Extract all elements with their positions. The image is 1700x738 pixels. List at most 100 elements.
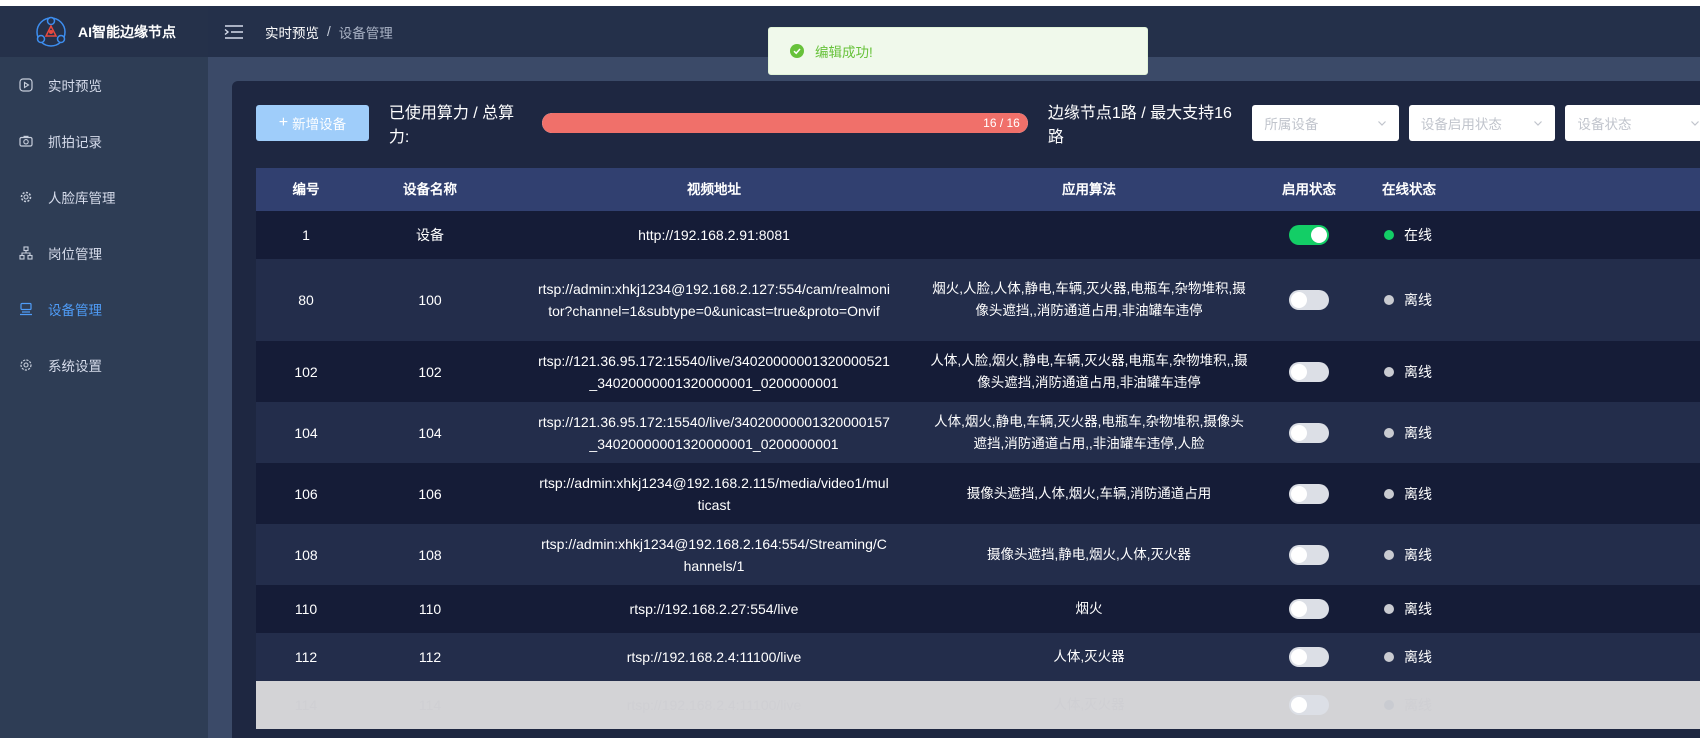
cell-name: 102: [418, 363, 442, 380]
cell-status: 在线: [1404, 227, 1432, 243]
cell-name: 114: [418, 697, 442, 713]
cell-id: 108: [294, 546, 318, 563]
cell-status: 离线: [1404, 697, 1432, 713]
cell-url: rtsp://192.168.2.4:11100/live: [626, 697, 802, 713]
camera-icon: [18, 133, 34, 149]
enable-switch[interactable]: [1289, 422, 1329, 443]
column-header-algorithms: 应用算法: [1062, 181, 1116, 197]
enable-switch[interactable]: [1289, 695, 1329, 715]
table-row: 112 112 rtsp://192.168.2.4:11100/live 人体…: [256, 633, 1700, 681]
chevron-down-icon: [1377, 121, 1386, 126]
cell-url: rtsp://121.36.95.172:15540/live/34020000…: [538, 352, 890, 391]
breadcrumb: 实时预览 / 设备管理: [265, 22, 393, 42]
cell-status: 离线: [1404, 601, 1432, 617]
cell-status: 离线: [1404, 424, 1432, 441]
enable-switch[interactable]: [1289, 483, 1329, 504]
table-row: 108 108 rtsp://admin:xhkj1234@192.168.2.…: [256, 524, 1700, 585]
sidebar-item-label: 岗位管理: [48, 247, 102, 262]
enable-switch[interactable]: [1289, 225, 1329, 245]
settings-icon: [18, 357, 34, 373]
status-dot: [1384, 652, 1394, 662]
cell-algorithms: 烟火: [1075, 601, 1103, 616]
cell-name: 104: [418, 424, 442, 441]
sidebar-item-label: 人脸库管理: [48, 191, 116, 206]
toolbar: + 新增设备 已使用算力 / 总算力: 16 / 16 边缘节点1路 / 最大支…: [256, 105, 1700, 146]
cell-id: 106: [294, 485, 318, 502]
cell-url: rtsp://admin:xhkj1234@192.168.2.164:554/…: [541, 535, 887, 574]
enable-switch[interactable]: [1289, 544, 1329, 565]
menu-toggle-icon[interactable]: [224, 24, 244, 40]
status-dot: [1384, 700, 1394, 710]
device-icon: [18, 301, 34, 317]
device-table: 编号 设备名称 视频地址 应用算法 启用状态 在线状态 1 设备 http://…: [256, 168, 1700, 729]
chevron-down-icon: [1534, 121, 1543, 126]
device-panel: + 新增设备 已使用算力 / 总算力: 16 / 16 边缘节点1路 / 最大支…: [232, 81, 1700, 738]
status-dot: [1384, 366, 1394, 377]
chevron-down-icon: [1691, 121, 1699, 126]
cell-name: 112: [418, 649, 442, 665]
column-header-url: 视频地址: [687, 181, 741, 197]
owner-device-select[interactable]: 所属设备: [1252, 105, 1399, 141]
cell-url: http://192.168.2.91:8081: [638, 227, 790, 243]
status-dot: [1384, 427, 1394, 438]
sidebar-item-label: 抓拍记录: [48, 135, 102, 150]
cell-url: rtsp://121.36.95.172:15540/live/34020000…: [538, 413, 890, 452]
table-row: 106 106 rtsp://admin:xhkj1234@192.168.2.…: [256, 463, 1700, 524]
sidebar-item-devices[interactable]: 设备管理: [0, 281, 208, 337]
cell-status: 离线: [1404, 363, 1432, 380]
table-row: 80 100 rtsp://admin:xhkj1234@192.168.2.1…: [256, 259, 1700, 341]
app-title: AI智能边缘节点: [78, 23, 176, 40]
cell-id: 1: [302, 227, 310, 243]
status-dot: [1384, 549, 1394, 560]
success-toast: 编辑成功!: [768, 27, 1148, 75]
table-row: 104 104 rtsp://121.36.95.172:15540/live/…: [256, 402, 1700, 463]
enable-switch[interactable]: [1289, 361, 1329, 382]
cell-name: 110: [418, 601, 442, 617]
sidebar-item-snapshots[interactable]: 抓拍记录: [0, 113, 208, 169]
table-row: 102 102 rtsp://121.36.95.172:15540/live/…: [256, 341, 1700, 402]
select-placeholder: 设备状态: [1577, 117, 1632, 132]
cell-name: 100: [418, 292, 442, 308]
cell-name: 106: [418, 485, 442, 502]
enable-switch[interactable]: [1289, 647, 1329, 667]
enable-status-select[interactable]: 设备启用状态: [1408, 105, 1556, 141]
cell-url: rtsp://192.168.2.27:554/live: [629, 601, 799, 617]
progress-text: 16 / 16: [983, 116, 1020, 130]
cell-algorithms: 人体,烟火,静电,车辆,灭火器,电瓶车,杂物堆积,摄像头遮挡,消防通道占用,,非…: [934, 413, 1244, 451]
check-circle-icon: [790, 44, 804, 58]
breadcrumb-parent[interactable]: 实时预览: [265, 22, 319, 42]
compute-progress-bar: 16 / 16: [541, 113, 1028, 133]
cell-name: 设备: [416, 227, 444, 243]
sidebar-item-preview[interactable]: 实时预览: [0, 57, 208, 113]
cell-algorithms: 人体,人脸,烟火,静电,车辆,灭火器,电瓶车,杂物堆积,,摄像头遮挡,消防通道占…: [930, 352, 1248, 390]
column-header-id: 编号: [292, 181, 320, 197]
enable-switch[interactable]: [1289, 599, 1329, 619]
cell-algorithms: 摄像头遮挡,静电,烟火,人体,灭火器: [986, 546, 1191, 562]
sidebar-item-label: 设备管理: [48, 303, 102, 318]
cell-url: rtsp://admin:xhkj1234@192.168.2.115/medi…: [539, 474, 889, 513]
add-device-label: 新增设备: [292, 117, 347, 132]
sidebar-item-posts[interactable]: 岗位管理: [0, 225, 208, 281]
enable-switch[interactable]: [1289, 290, 1329, 310]
column-header-enabled: 启用状态: [1282, 181, 1336, 197]
column-header-name: 设备名称: [403, 181, 457, 197]
status-dot: [1384, 604, 1394, 614]
logo: AI智能边缘节点: [0, 6, 208, 57]
select-placeholder: 设备启用状态: [1420, 117, 1502, 132]
sidebar-item-settings[interactable]: 系统设置: [0, 337, 208, 393]
status-dot: [1384, 295, 1394, 305]
sidebar-item-face-library[interactable]: 人脸库管理: [0, 169, 208, 225]
toast-message: 编辑成功!: [815, 45, 873, 60]
add-device-button[interactable]: + 新增设备: [256, 105, 369, 141]
device-status-select[interactable]: 设备状态: [1565, 105, 1700, 141]
cell-algorithms: 摄像头遮挡,人体,烟火,车辆,消防通道占用: [966, 485, 1212, 501]
cell-id: 110: [294, 601, 318, 617]
cell-status: 离线: [1404, 649, 1432, 665]
table-row: 114 114 rtsp://192.168.2.4:11100/live 人体…: [256, 681, 1700, 729]
cell-algorithms: 烟火,人脸,人体,静电,车辆,灭火器,电瓶车,杂物堆积,摄像头遮挡,,消防通道占…: [932, 281, 1246, 318]
status-dot: [1384, 230, 1394, 240]
table-row: 110 110 rtsp://192.168.2.27:554/live 烟火 …: [256, 585, 1700, 633]
cell-id: 80: [298, 292, 314, 308]
column-header-online: 在线状态: [1382, 181, 1436, 197]
compute-label: 已使用算力 / 总算力:: [388, 105, 515, 146]
